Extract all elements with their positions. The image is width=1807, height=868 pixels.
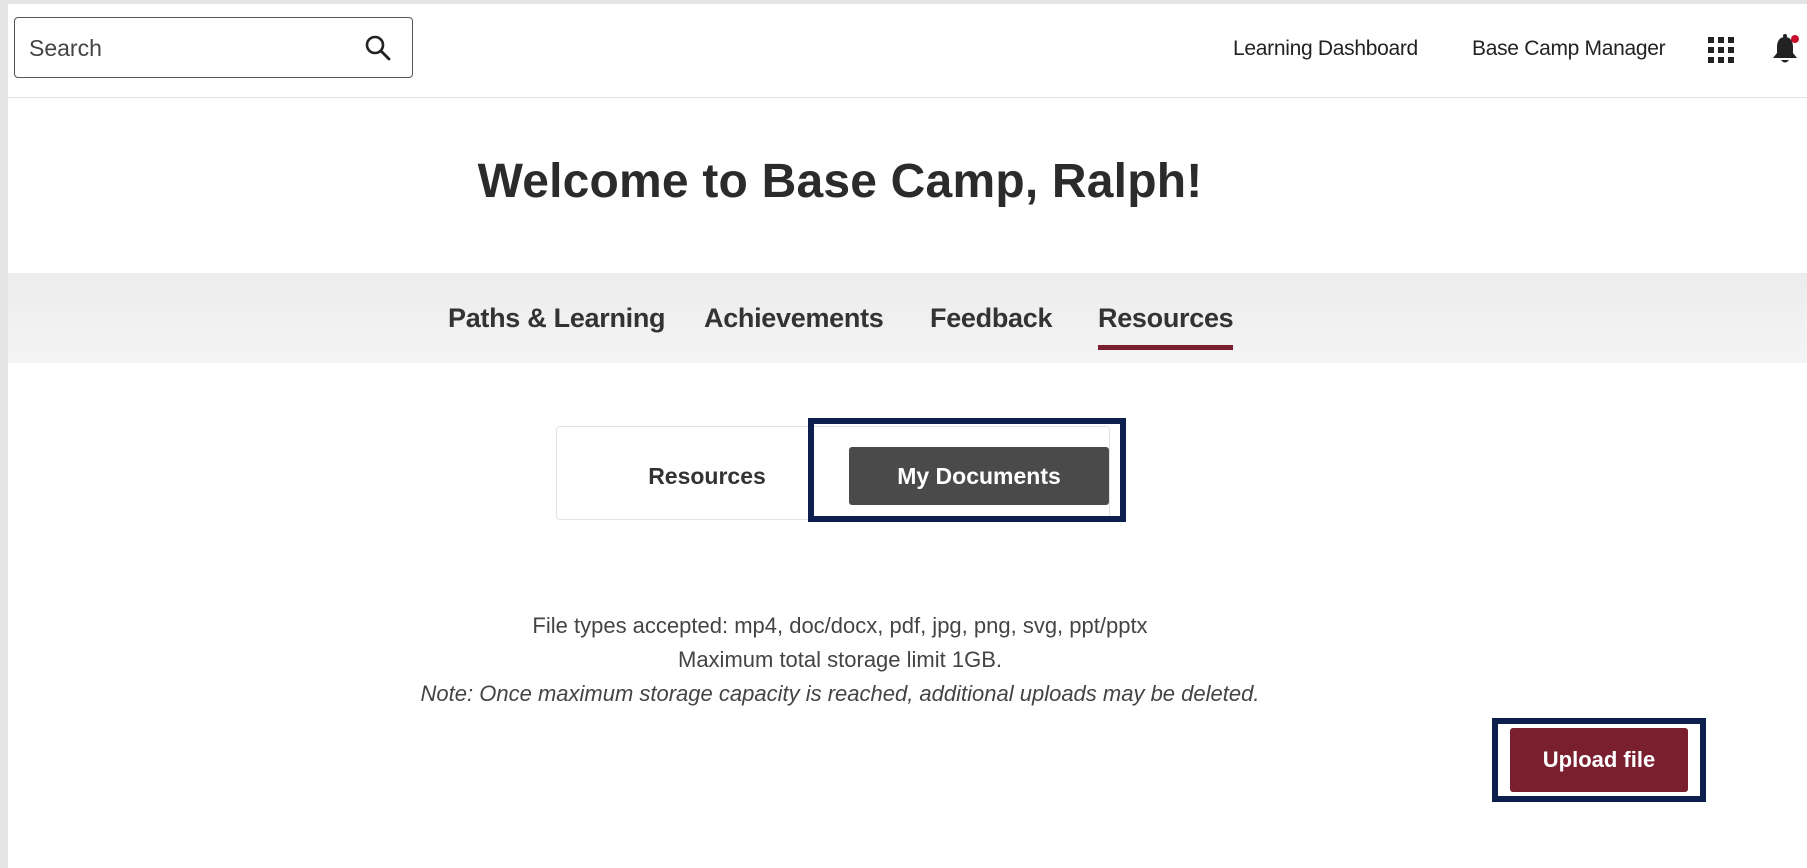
tab-paths-learning[interactable]: Paths & Learning (448, 303, 666, 334)
search-box[interactable] (14, 17, 413, 78)
subtab-resources[interactable]: Resources (617, 447, 797, 505)
top-bar: Learning Dashboard Base Camp Manager (8, 4, 1807, 98)
tab-achievements[interactable]: Achievements (704, 303, 884, 334)
welcome-title: Welcome to Base Camp, Ralph! (477, 155, 1203, 208)
search-icon[interactable] (364, 34, 392, 62)
upload-file-button[interactable]: Upload file (1510, 728, 1688, 792)
base-camp-manager-link[interactable]: Base Camp Manager (1472, 37, 1666, 61)
learning-dashboard-link[interactable]: Learning Dashboard (1233, 37, 1418, 61)
storage-note-text: Note: Once maximum storage capacity is r… (420, 681, 1260, 706)
search-input[interactable] (29, 30, 349, 66)
bell-icon[interactable] (1770, 33, 1800, 65)
page-frame: Learning Dashboard Base Camp Manager Wel… (8, 4, 1807, 868)
resource-toggle: Resources My Documents (556, 426, 1110, 520)
tab-resources[interactable]: Resources (1098, 303, 1234, 350)
storage-limit-text: Maximum total storage limit 1GB. (678, 647, 1002, 672)
file-types-text: File types accepted: mp4, doc/docx, pdf,… (532, 613, 1148, 638)
subtab-my-documents[interactable]: My Documents (849, 447, 1109, 505)
main-tab-bar: Paths & Learning Achievements Feedback R… (8, 273, 1807, 363)
upload-info: File types accepted: mp4, doc/docx, pdf,… (8, 609, 1672, 711)
tab-feedback[interactable]: Feedback (930, 303, 1052, 334)
apps-grid-icon[interactable] (1708, 37, 1734, 63)
